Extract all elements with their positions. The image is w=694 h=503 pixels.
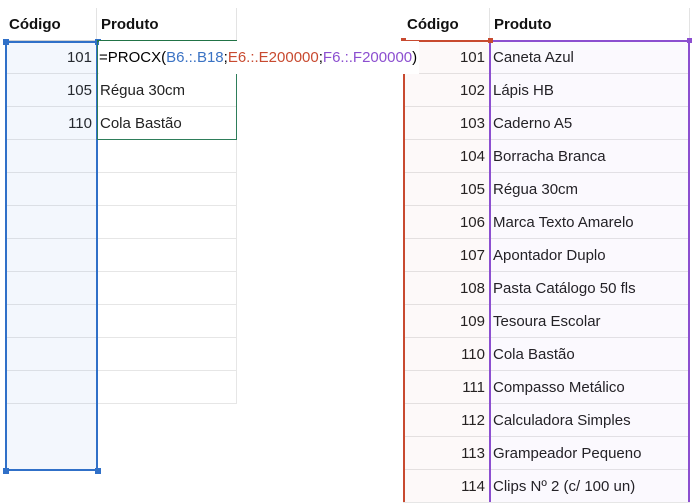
cell-produto[interactable]: Cola Bastão — [97, 107, 237, 140]
cell-codigo[interactable] — [5, 371, 97, 404]
table-row: 108 Pasta Catálogo 50 fls — [403, 272, 690, 305]
table-row: 114 Clips Nº 2 (c/ 100 un) — [403, 470, 690, 503]
table-row: 103 Caderno A5 — [403, 107, 690, 140]
cell-codigo[interactable]: 102 — [403, 74, 490, 107]
header-produto[interactable]: Produto — [97, 8, 237, 41]
formula-cell-editor[interactable]: =PROCX(B6.:.B18; E6.:.E200000; F6.:.F20000… — [99, 41, 420, 74]
lookup-table-header: Código Produto — [5, 8, 237, 41]
cell-produto[interactable] — [97, 371, 237, 404]
header-codigo[interactable]: Código — [403, 8, 490, 41]
table-row: 105 Régua 30cm — [5, 74, 237, 107]
header-codigo[interactable]: Código — [5, 8, 97, 41]
cell-codigo[interactable]: 103 — [403, 107, 490, 140]
table-row — [5, 272, 237, 305]
cell-produto[interactable]: Tesoura Escolar — [490, 305, 690, 338]
range-handle-bottom-left[interactable] — [3, 468, 9, 474]
cell-codigo[interactable] — [5, 173, 97, 206]
cell-produto[interactable] — [97, 206, 237, 239]
cell-codigo[interactable]: 104 — [403, 140, 490, 173]
cell-produto[interactable]: Grampeador Pequeno — [490, 437, 690, 470]
cell-codigo[interactable]: 114 — [403, 470, 490, 503]
formula-arg-search: E6.:.E200000 — [227, 49, 319, 66]
cell-produto[interactable] — [97, 140, 237, 173]
cell-produto[interactable] — [97, 173, 237, 206]
cell-produto[interactable]: Cola Bastão — [490, 338, 690, 371]
formula-close: ) — [412, 49, 418, 66]
header-produto[interactable]: Produto — [490, 8, 690, 41]
cell-codigo[interactable]: 111 — [403, 371, 490, 404]
table-row: 106 Marca Texto Amarelo — [403, 206, 690, 239]
table-row — [5, 305, 237, 338]
cell-codigo[interactable] — [5, 305, 97, 338]
formula-function: =PROCX( — [99, 49, 167, 66]
cell-produto[interactable] — [97, 338, 237, 371]
table-row — [5, 239, 237, 272]
cell-produto[interactable]: Lápis HB — [490, 74, 690, 107]
range-handle-top-left[interactable] — [3, 39, 9, 45]
table-row: 112 Calculadora Simples — [403, 404, 690, 437]
cell-produto[interactable]: Régua 30cm — [97, 74, 237, 107]
cell-produto[interactable]: Apontador Duplo — [490, 239, 690, 272]
cell-codigo[interactable] — [5, 206, 97, 239]
return-range-handle-right[interactable] — [687, 38, 692, 43]
table-row: 104 Borracha Branca — [403, 140, 690, 173]
cell-codigo[interactable]: 109 — [403, 305, 490, 338]
search-range-handle-right[interactable] — [488, 38, 493, 43]
cell-codigo[interactable]: 110 — [403, 338, 490, 371]
cell-produto[interactable]: Caderno A5 — [490, 107, 690, 140]
table-row: 101 Caneta Azul — [403, 41, 690, 74]
table-row — [5, 173, 237, 206]
source-table-header: Código Produto — [403, 8, 690, 41]
cell-codigo[interactable]: 108 — [403, 272, 490, 305]
source-table: Código Produto 101 Caneta Azul 102 Lápis HB… — [403, 8, 690, 503]
cell-produto[interactable]: Marca Texto Amarelo — [490, 206, 690, 239]
table-row — [5, 206, 237, 239]
cell-codigo[interactable]: 105 — [5, 74, 97, 107]
cell-codigo[interactable]: 107 — [403, 239, 490, 272]
table-row — [5, 371, 237, 404]
table-row: 109 Tesoura Escolar — [403, 305, 690, 338]
formula-arg-return: F6.:.F200000 — [322, 49, 413, 66]
formula-arg-lookup: B6.:.B18 — [166, 49, 224, 66]
cell-codigo[interactable]: 112 — [403, 404, 490, 437]
cell-produto[interactable] — [97, 239, 237, 272]
cell-codigo[interactable] — [5, 239, 97, 272]
cell-produto[interactable]: Compasso Metálico — [490, 371, 690, 404]
cell-produto[interactable]: Régua 30cm — [490, 173, 690, 206]
cell-codigo[interactable] — [5, 272, 97, 305]
cell-produto[interactable]: Caneta Azul — [490, 41, 690, 74]
table-row — [5, 140, 237, 173]
table-row: 107 Apontador Duplo — [403, 239, 690, 272]
cell-produto[interactable] — [97, 305, 237, 338]
cell-codigo[interactable]: 113 — [403, 437, 490, 470]
table-row: 102 Lápis HB — [403, 74, 690, 107]
cell-codigo[interactable]: 101 — [5, 41, 97, 74]
table-row — [5, 338, 237, 371]
cell-codigo[interactable] — [5, 338, 97, 371]
cell-codigo[interactable]: 105 — [403, 173, 490, 206]
cell-produto[interactable]: Borracha Branca — [490, 140, 690, 173]
table-row: 105 Régua 30cm — [403, 173, 690, 206]
range-handle-bottom-right[interactable] — [95, 468, 101, 474]
cell-produto[interactable] — [97, 272, 237, 305]
table-row: 111 Compasso Metálico — [403, 371, 690, 404]
table-row: 110 Cola Bastão — [5, 107, 237, 140]
cell-produto[interactable]: Pasta Catálogo 50 fls — [490, 272, 690, 305]
table-row: 113 Grampeador Pequeno — [403, 437, 690, 470]
cell-codigo[interactable]: 110 — [5, 107, 97, 140]
cell-codigo[interactable] — [5, 140, 97, 173]
table-row: 110 Cola Bastão — [403, 338, 690, 371]
cell-produto[interactable]: Calculadora Simples — [490, 404, 690, 437]
cell-codigo[interactable]: 106 — [403, 206, 490, 239]
cell-produto[interactable]: Clips Nº 2 (c/ 100 un) — [490, 470, 690, 503]
